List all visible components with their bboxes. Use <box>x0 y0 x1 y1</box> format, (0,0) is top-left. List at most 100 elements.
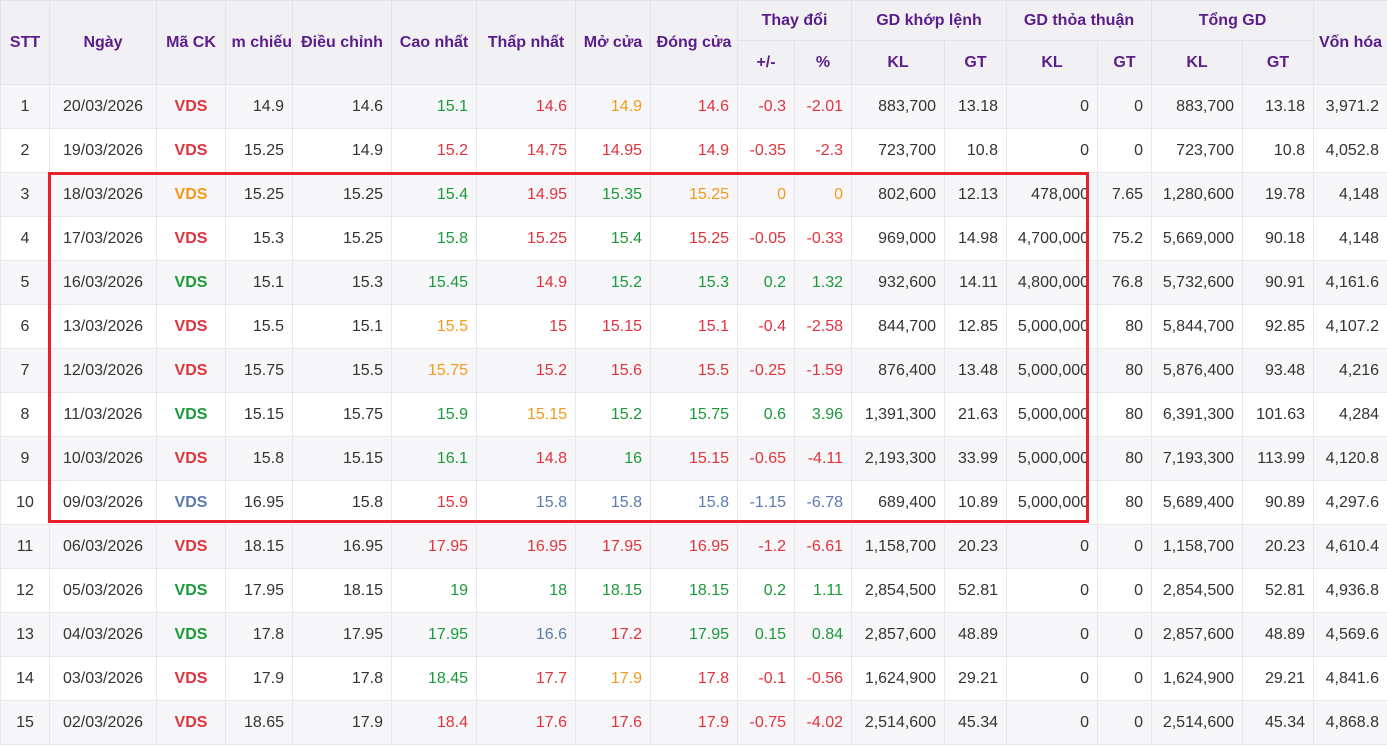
cell-symbol[interactable]: VDS <box>156 260 226 305</box>
cell-low: 14.95 <box>476 172 576 217</box>
cell-low: 17.7 <box>476 656 576 701</box>
header-total-gt[interactable]: GT <box>1242 40 1315 85</box>
cell-high: 15.2 <box>391 128 477 173</box>
table-row[interactable]: 9 10/03/2026 VDS 15.8 15.15 16.1 14.8 16 15.15 -0… <box>0 436 1387 481</box>
cell-adjusted: 15.8 <box>292 480 392 525</box>
cell-matched-gt: 13.48 <box>943 348 1008 393</box>
cell-symbol[interactable]: VDS <box>156 524 226 569</box>
header-close[interactable]: Đóng cửa <box>650 0 738 85</box>
cell-total-kl: 2,514,600 <box>1151 700 1244 745</box>
table-row[interactable]: 8 11/03/2026 VDS 15.15 15.75 15.9 15.15 15.2 15.… <box>0 392 1387 437</box>
cell-total-kl: 883,700 <box>1151 84 1244 129</box>
header-market-cap[interactable]: Vốn hóa <box>1313 0 1387 85</box>
cell-change-abs: 0.2 <box>737 568 795 613</box>
cell-reference-price: 15.1 <box>225 260 293 305</box>
cell-change-abs: -1.2 <box>737 524 795 569</box>
cell-change-abs: 0.2 <box>737 260 795 305</box>
cell-change-pct: -4.11 <box>794 436 852 481</box>
cell-symbol[interactable]: VDS <box>156 480 226 525</box>
header-agreed-gt[interactable]: GT <box>1097 40 1153 85</box>
cell-date: 03/03/2026 <box>49 656 157 701</box>
cell-matched-kl: 1,391,300 <box>851 392 945 437</box>
cell-reference-price: 16.95 <box>225 480 293 525</box>
cell-symbol[interactable]: VDS <box>156 304 226 349</box>
header-high[interactable]: Cao nhất <box>391 0 477 85</box>
cell-agreed-kl: 4,700,000 <box>1006 216 1099 261</box>
header-change-pct[interactable]: % <box>794 40 852 85</box>
header-low[interactable]: Thấp nhất <box>476 0 576 85</box>
cell-symbol[interactable]: VDS <box>156 436 226 481</box>
table-row[interactable]: 13 04/03/2026 VDS 17.8 17.95 17.95 16.6 17.2 17.… <box>0 612 1387 657</box>
cell-symbol[interactable]: VDS <box>156 656 226 701</box>
cell-change-abs: -1.15 <box>737 480 795 525</box>
cell-symbol[interactable]: VDS <box>156 348 226 393</box>
cell-symbol[interactable]: VDS <box>156 84 226 129</box>
cell-reference-price: 15.25 <box>225 172 293 217</box>
table-row[interactable]: 3 18/03/2026 VDS 15.25 15.25 15.4 14.95 15.35 15… <box>0 172 1387 217</box>
header-reference-price[interactable]: m chiếu <box>225 0 293 85</box>
cell-adjusted: 18.15 <box>292 568 392 613</box>
header-symbol[interactable]: Mã CK <box>156 0 226 85</box>
cell-market-cap: 4,161.6 <box>1313 260 1387 305</box>
cell-agreed-gt: 7.65 <box>1097 172 1153 217</box>
cell-symbol[interactable]: VDS <box>156 700 226 745</box>
cell-agreed-kl: 5,000,000 <box>1006 480 1099 525</box>
cell-open: 17.6 <box>575 700 651 745</box>
cell-total-gt: 52.81 <box>1242 568 1315 613</box>
header-open[interactable]: Mở cửa <box>575 0 651 85</box>
cell-symbol[interactable]: VDS <box>156 612 226 657</box>
cell-adjusted: 15.1 <box>292 304 392 349</box>
cell-high: 15.9 <box>391 480 477 525</box>
table-row[interactable]: 11 06/03/2026 VDS 18.15 16.95 17.95 16.95 17.95… <box>0 524 1387 569</box>
table-row[interactable]: 15 02/03/2026 VDS 18.65 17.9 18.4 17.6 17.6 17.9… <box>0 700 1387 745</box>
cell-symbol[interactable]: VDS <box>156 128 226 173</box>
cell-stt: 1 <box>0 84 50 129</box>
cell-change-pct: -4.02 <box>794 700 852 745</box>
header-change-abs[interactable]: +/- <box>737 40 795 85</box>
cell-low: 15 <box>476 304 576 349</box>
cell-reference-price: 15.5 <box>225 304 293 349</box>
header-adjusted[interactable]: Điều chỉnh <box>292 0 392 85</box>
header-agreed-kl[interactable]: KL <box>1006 40 1099 85</box>
cell-high: 15.45 <box>391 260 477 305</box>
table-row[interactable]: 6 13/03/2026 VDS 15.5 15.1 15.5 15 15.15 15.1 -0.… <box>0 304 1387 349</box>
cell-change-abs: 0 <box>737 172 795 217</box>
cell-open: 14.9 <box>575 84 651 129</box>
cell-date: 09/03/2026 <box>49 480 157 525</box>
header-reference-price-label: m chiếu <box>231 33 292 51</box>
cell-change-abs: -0.3 <box>737 84 795 129</box>
table-row[interactable]: 5 16/03/2026 VDS 15.1 15.3 15.45 14.9 15.2 15.3 0… <box>0 260 1387 305</box>
table-row[interactable]: 4 17/03/2026 VDS 15.3 15.25 15.8 15.25 15.4 15.2… <box>0 216 1387 261</box>
table-row[interactable]: 7 12/03/2026 VDS 15.75 15.5 15.75 15.2 15.6 15.5… <box>0 348 1387 393</box>
cell-market-cap: 4,216 <box>1313 348 1387 393</box>
cell-high: 15.4 <box>391 172 477 217</box>
table-row[interactable]: 10 09/03/2026 VDS 16.95 15.8 15.9 15.8 15.8 15.8… <box>0 480 1387 525</box>
cell-open: 15.2 <box>575 392 651 437</box>
table-row[interactable]: 12 05/03/2026 VDS 17.95 18.15 19 18 18.15 18.15 0… <box>0 568 1387 613</box>
cell-low: 17.6 <box>476 700 576 745</box>
table-row[interactable]: 2 19/03/2026 VDS 15.25 14.9 15.2 14.75 14.95 14.… <box>0 128 1387 173</box>
cell-symbol[interactable]: VDS <box>156 172 226 217</box>
cell-market-cap: 4,120.8 <box>1313 436 1387 481</box>
cell-symbol[interactable]: VDS <box>156 568 226 613</box>
header-matched-gt[interactable]: GT <box>943 40 1008 85</box>
cell-high: 15.75 <box>391 348 477 393</box>
cell-open: 17.2 <box>575 612 651 657</box>
cell-adjusted: 14.9 <box>292 128 392 173</box>
cell-symbol[interactable]: VDS <box>156 392 226 437</box>
cell-total-kl: 7,193,300 <box>1151 436 1244 481</box>
cell-low: 14.6 <box>476 84 576 129</box>
cell-matched-gt: 12.13 <box>943 172 1008 217</box>
table-row[interactable]: 1 20/03/2026 VDS 14.9 14.6 15.1 14.6 14.9 14.6 -0… <box>0 84 1387 129</box>
table-row[interactable]: 14 03/03/2026 VDS 17.9 17.8 18.45 17.7 17.9 17.8… <box>0 656 1387 701</box>
header-matched-kl[interactable]: KL <box>851 40 945 85</box>
header-total-kl[interactable]: KL <box>1151 40 1244 85</box>
cell-symbol[interactable]: VDS <box>156 216 226 261</box>
header-date[interactable]: Ngày <box>49 0 157 85</box>
cell-high: 15.5 <box>391 304 477 349</box>
cell-matched-kl: 876,400 <box>851 348 945 393</box>
header-stt[interactable]: STT <box>0 0 50 85</box>
cell-change-pct: -0.56 <box>794 656 852 701</box>
cell-stt: 12 <box>0 568 50 613</box>
cell-close: 17.9 <box>650 700 738 745</box>
